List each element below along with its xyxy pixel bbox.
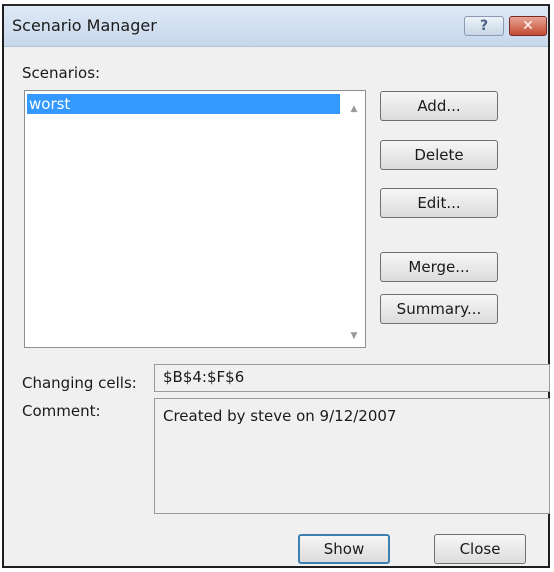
scenarios-listbox[interactable]: worst ▲ ▼ <box>24 90 366 348</box>
scenario-item-worst[interactable]: worst <box>27 94 340 114</box>
delete-button[interactable]: Delete <box>380 140 498 170</box>
scroll-up-icon[interactable]: ▲ <box>349 104 359 114</box>
help-button[interactable]: ? <box>464 16 504 36</box>
scroll-down-icon[interactable]: ▼ <box>349 331 359 341</box>
changing-cells-label: Changing cells: <box>22 374 137 392</box>
add-button[interactable]: Add... <box>380 91 498 121</box>
title-close-button[interactable]: ✕ <box>509 16 547 36</box>
changing-cells-field: $B$4:$F$6 <box>154 364 550 392</box>
title-bar: Scenario Manager ? ✕ <box>4 6 548 47</box>
merge-button[interactable]: Merge... <box>380 252 498 282</box>
dialog-title: Scenario Manager <box>12 16 157 35</box>
close-button[interactable]: Close <box>434 534 526 564</box>
help-icon: ? <box>479 18 489 34</box>
summary-button[interactable]: Summary... <box>380 294 498 324</box>
comment-label: Comment: <box>22 402 101 420</box>
edit-button[interactable]: Edit... <box>380 188 498 218</box>
scenario-manager-dialog: Scenario Manager ? ✕ Scenarios: worst ▲ … <box>2 4 550 568</box>
scenarios-label: Scenarios: <box>22 64 101 82</box>
close-icon: ✕ <box>522 18 534 34</box>
comment-field: Created by steve on 9/12/2007 <box>154 398 550 514</box>
show-button[interactable]: Show <box>298 534 390 564</box>
